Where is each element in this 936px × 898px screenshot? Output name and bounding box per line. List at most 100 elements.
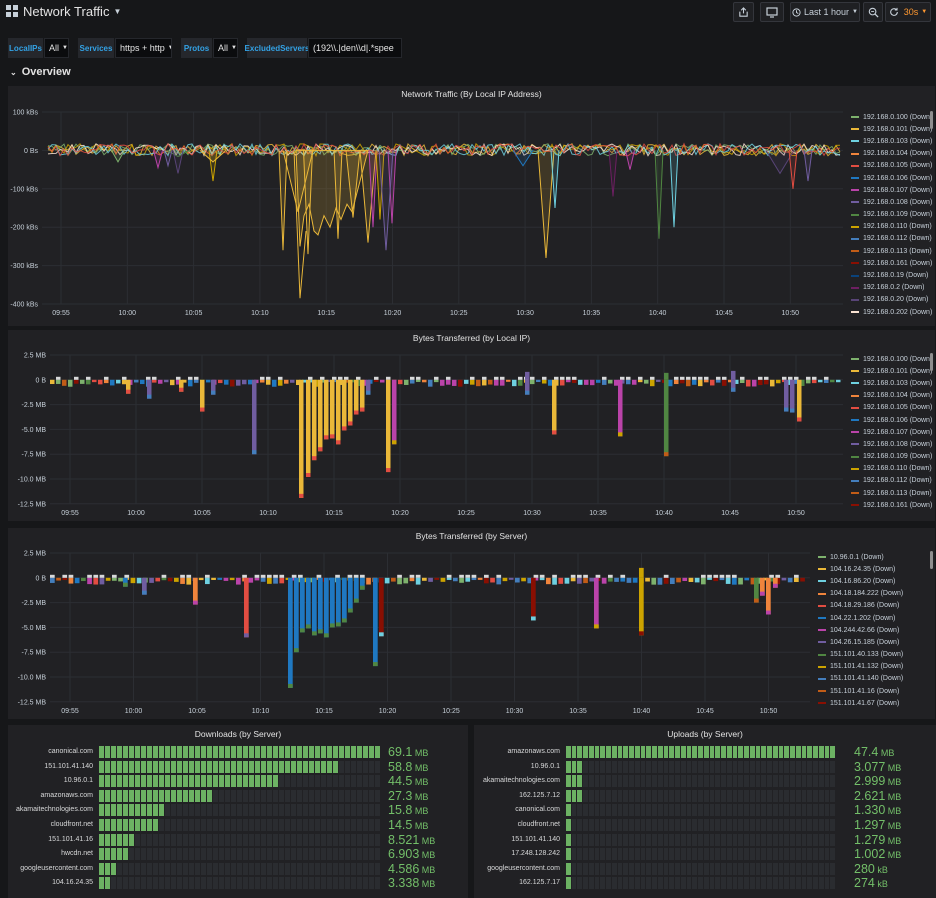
legend-item[interactable]: 192.168.0.107 (Down) [851,184,935,196]
refresh-button[interactable]: 30s ▼ [885,2,931,22]
traffic-graph[interactable]: 100 kBs0 Bs-100 kBs-200 kBs-300 kBs-400 … [8,86,850,326]
bar [161,577,167,581]
bar-gauge-cell [749,819,755,831]
legend-item[interactable]: 192.168.0.2 (Down) [851,282,935,294]
bar-gauge-cell [824,848,830,861]
bar [465,577,471,582]
time-range-picker[interactable]: Last 1 hour ▼ [790,2,860,22]
legend-item[interactable]: 192.168.0.112 (Down) [851,475,935,487]
legend-item[interactable]: 192.168.0.113 (Down) [851,245,935,257]
legend-item[interactable]: 151.101.41.132 (Down) [818,661,935,673]
bar-gauge-cell-lit [99,848,104,861]
apps-icon[interactable] [6,5,18,17]
bar-gauge-row[interactable]: 151.101.41.140 1.279 MB [474,833,936,848]
legend-item[interactable]: 192.168.0.161 (Down) [851,257,935,269]
variable-select-localips[interactable]: All ▼ [44,38,69,58]
legend-item[interactable]: 104.18.184.222 (Down) [818,588,935,600]
variable-select-services[interactable]: https + http▼ [115,38,172,58]
bar-gauge-row[interactable]: akamaitechnologies.com 15.8 MB [8,803,468,818]
bar-gauge-row[interactable]: amazonaws.com 27.3 MB [8,789,468,804]
legend-item[interactable]: 104.26.15.185 (Down) [818,636,935,648]
legend-item[interactable]: 192.168.0.106 (Down) [851,414,935,426]
legend-item[interactable]: 192.168.0.110 (Down) [851,221,935,233]
bar-gauge-row[interactable]: akamaitechnologies.com 2.999 MB [474,774,936,789]
bar-gauge-row[interactable]: googleusercontent.com 4.586 MB [8,862,468,877]
legend-item[interactable]: 192.168.0.100 (Down) [851,353,935,365]
legend-item[interactable]: 192.168.0.104 (Down) [851,390,935,402]
dashboard-title[interactable]: Network Traffic ▼ [23,4,121,19]
bar-gauge-cell [738,775,744,788]
variable-input-excludedservers[interactable]: (192\\.|den\\d|.*spee [308,38,402,58]
legend-item[interactable]: 192.168.0.109 (Down) [851,209,935,221]
panel-title[interactable]: Uploads (by Server) [474,729,936,739]
bar-gauge-cell [267,789,272,802]
bar-gauge-row[interactable]: 104.16.24.35 3.338 MB [8,876,468,891]
bar-gauge-row[interactable]: hwcdn.net 6.903 MB [8,847,468,862]
legend-item[interactable]: 192.168.0.20 (Down) [851,294,935,306]
legend-item[interactable]: 192.168.0.104 (Down) [851,148,935,160]
legend-item[interactable]: 192.168.0.101 (Down) [851,123,935,135]
legend-item[interactable]: 104.22.1.202 (Down) [818,612,935,624]
legend-item[interactable]: 192.168.0.108 (Down) [851,196,935,208]
bar-gauge-row[interactable]: 162.125.7.12 2.621 MB [474,789,936,804]
legend-item[interactable]: 192.168.0.100 (Down) [851,111,935,123]
bar-gauge-row[interactable]: googleusercontent.com 280 kB [474,862,936,877]
series-spike [111,150,125,163]
bar-gauge-row[interactable]: 151.101.41.16 8.521 MB [8,833,468,848]
zoom-out-button[interactable] [863,2,883,22]
legend-item[interactable]: 192.168.0.101 (Down) [851,365,935,377]
y-tick-label: -12.5 MB [18,699,47,706]
legend-item[interactable]: 192.168.0.106 (Down) [851,172,935,184]
share-button[interactable] [733,2,754,22]
bar-gauge-row[interactable]: 17.248.128.242 1.002 MB [474,847,936,862]
bar-gauge-row[interactable]: 10.96.0.1 44.5 MB [8,774,468,789]
bar-gauge-cell [321,804,326,817]
legend-item[interactable]: 104.16.86.20 (Down) [818,575,935,587]
legend-item[interactable]: 151.101.41.67 (Down) [818,697,935,709]
legend-scrollbar[interactable] [930,551,933,569]
legend-item[interactable]: 10.96.0.1 (Down) [818,551,935,563]
legend-item[interactable]: 104.18.29.186 (Down) [818,600,935,612]
legend-swatch [851,298,859,301]
bar-gauge-row[interactable]: 151.101.41.140 58.8 MB [8,760,468,775]
legend-item[interactable]: 192.168.0.202 (Down) [851,306,935,318]
legend-item[interactable]: 192.168.0.110 (Down) [851,463,935,475]
legend-item[interactable]: 104.16.24.35 (Down) [818,563,935,575]
legend-item[interactable]: 192.168.0.107 (Down) [851,426,935,438]
legend-scrollbar[interactable] [930,353,933,371]
panel-title[interactable]: Downloads (by Server) [8,729,468,739]
legend-item[interactable]: 192.168.0.109 (Down) [851,451,935,463]
bar-gauge-cell [333,775,338,788]
bar-gauge-row[interactable]: canonical.com 1.330 MB [474,803,936,818]
bytes-by-ip-graph[interactable]: 2.5 MB0 B-2.5 MB-5.0 MB-7.5 MB-10.0 MB-1… [8,330,850,521]
bar-gauge-cell [183,877,188,890]
legend-item[interactable]: 151.101.41.140 (Down) [818,673,935,685]
legend-item[interactable]: 192.168.0.112 (Down) [851,233,935,245]
legend-item[interactable]: 192.168.0.103 (Down) [851,377,935,389]
legend-item[interactable]: 151.101.41.16 (Down) [818,685,935,697]
legend-item[interactable]: 192.168.0.161 (Down) [851,499,935,511]
bar [601,577,607,584]
bar-gauge-row[interactable]: cloudfront.net 14.5 MB [8,818,468,833]
legend-scrollbar[interactable] [930,111,933,129]
bytes-by-server-graph[interactable]: 2.5 MB0 B-2.5 MB-5.0 MB-7.5 MB-10.0 MB-1… [8,528,816,719]
legend-item[interactable]: 151.101.40.133 (Down) [818,649,935,661]
tv-mode-button[interactable] [760,2,784,22]
bar-gauge-row[interactable]: 162.125.7.17 274 kB [474,876,936,891]
bar-gauge-row[interactable]: canonical.com 69.1 MB [8,745,468,760]
legend-item[interactable]: 192.168.0.105 (Down) [851,160,935,172]
bar-gauge-row[interactable]: cloudfront.net 1.297 MB [474,818,936,833]
legend-item[interactable]: 192.168.0.108 (Down) [851,438,935,450]
legend-item[interactable]: 104.244.42.66 (Down) [818,624,935,636]
legend-item[interactable]: 192.168.0.105 (Down) [851,402,935,414]
variable-select-protos[interactable]: All ▼ [213,38,238,58]
bar-gauge-row[interactable]: amazonaws.com 47.4 MB [474,745,936,760]
bar-gauge-row[interactable]: 10.96.0.1 3.077 MB [474,760,936,775]
row-header-overview[interactable]: ⌄ Overview [10,66,71,78]
bar-gauge-cell [818,760,824,773]
bar-gauge-cell [772,789,778,802]
legend-item[interactable]: 192.168.0.103 (Down) [851,135,935,147]
legend-item[interactable]: 192.168.0.113 (Down) [851,487,935,499]
bar-gauge-cell [249,862,254,875]
legend-item[interactable]: 192.168.0.19 (Down) [851,269,935,281]
